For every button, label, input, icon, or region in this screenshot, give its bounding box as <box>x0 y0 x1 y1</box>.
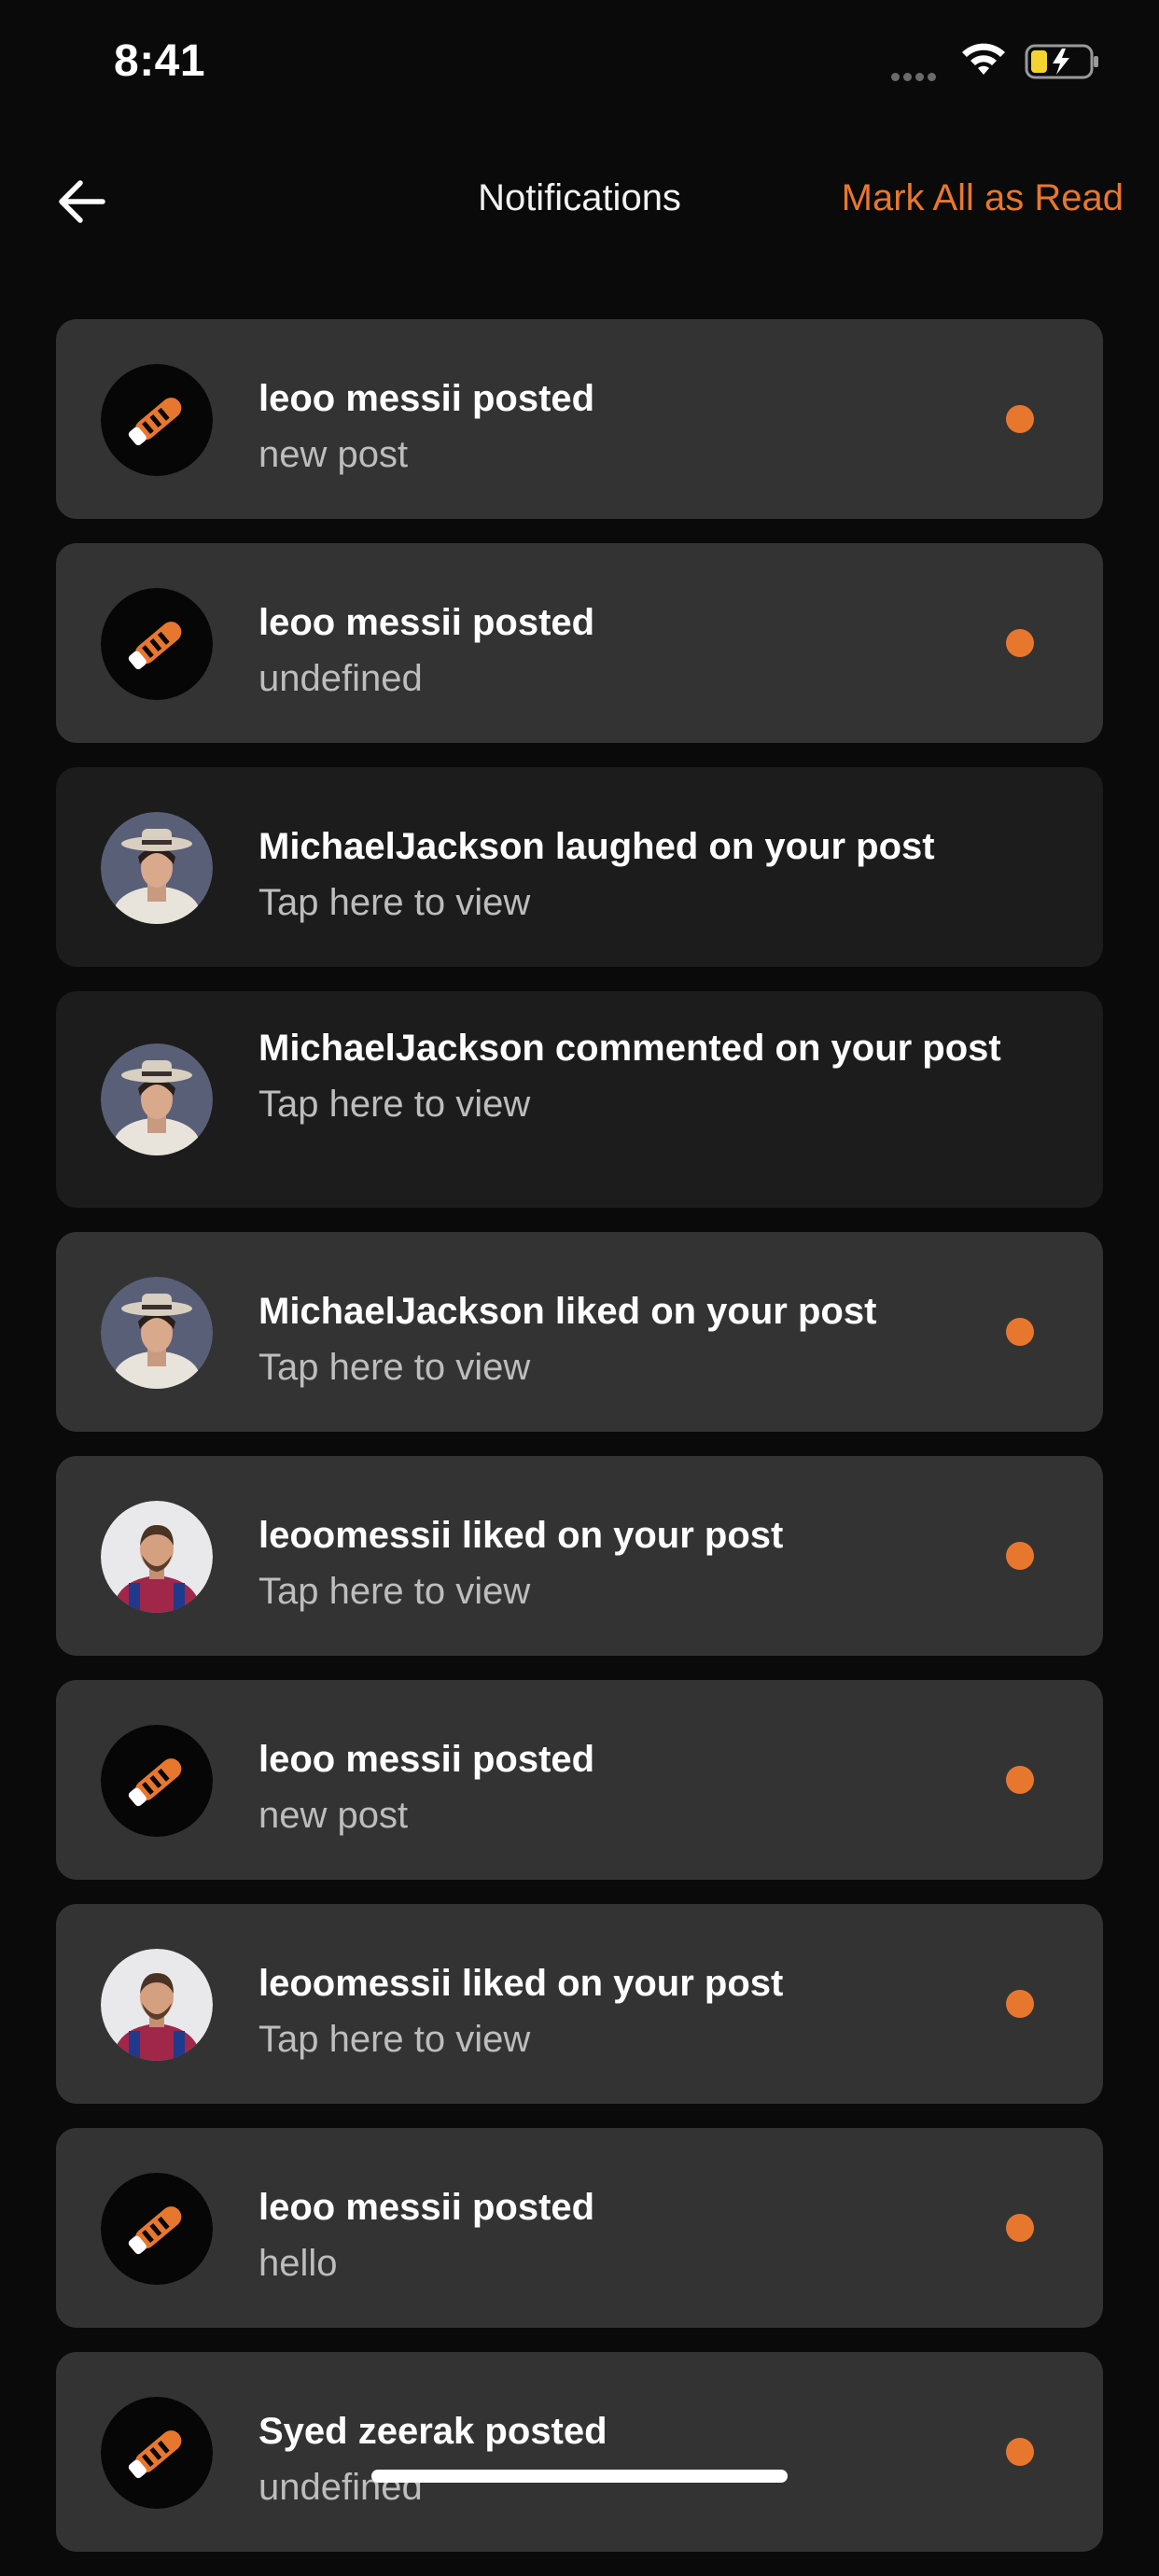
notification-card[interactable]: leoo messii posted undefined <box>56 543 1103 743</box>
notification-title: Syed zeerak posted <box>258 2411 607 2452</box>
notification-card[interactable]: leoo messii posted hello <box>56 2128 1103 2328</box>
notification-subtitle: Tap here to view <box>258 2019 531 2060</box>
notification-card[interactable]: Syed zeerak posted undefined <box>56 2352 1103 2552</box>
unread-indicator <box>1006 1990 1034 2018</box>
unread-indicator <box>1006 1542 1034 1570</box>
shoe-logo-avatar <box>101 1725 213 1837</box>
shoe-logo-avatar <box>101 2397 213 2509</box>
shoe-logo-avatar <box>101 588 213 700</box>
messi-avatar <box>101 1949 213 2061</box>
notification-subtitle: new post <box>258 434 409 475</box>
unread-indicator <box>1006 2214 1034 2242</box>
notification-title: MichaelJackson laughed on your post <box>258 826 935 867</box>
notification-card[interactable]: leoo messii posted new post <box>56 1680 1103 1880</box>
notification-subtitle: hello <box>258 2243 338 2284</box>
notification-subtitle: undefined <box>258 2467 423 2508</box>
notification-title: leoomessii liked on your post <box>258 1515 784 1556</box>
battery-charging-icon <box>1025 44 1098 79</box>
michael-jackson-avatar <box>101 1277 213 1389</box>
notification-card[interactable]: MichaelJackson liked on your post Tap he… <box>56 1232 1103 1432</box>
notification-subtitle: Tap here to view <box>258 1084 531 1125</box>
messi-avatar <box>101 1501 213 1613</box>
notification-title: leoo messii posted <box>258 378 595 419</box>
notification-card[interactable]: leoomessii liked on your post Tap here t… <box>56 1904 1103 2104</box>
signal-icon <box>891 69 943 81</box>
unread-indicator <box>1006 405 1034 433</box>
notification-subtitle: Tap here to view <box>258 1347 531 1388</box>
home-indicator[interactable] <box>371 2470 788 2483</box>
status-time: 8:41 <box>114 36 206 86</box>
notification-subtitle: Tap here to view <box>258 882 531 923</box>
unread-indicator <box>1006 1766 1034 1794</box>
shoe-logo-avatar <box>101 2173 213 2285</box>
notification-title: leoo messii posted <box>258 1739 595 1780</box>
notification-title: leoo messii posted <box>258 602 595 643</box>
back-arrow-icon[interactable] <box>52 174 108 230</box>
notification-title: MichaelJackson liked on your post <box>258 1291 877 1332</box>
unread-indicator <box>1006 1318 1034 1346</box>
notification-title: leoomessii liked on your post <box>258 1963 784 2004</box>
wifi-icon <box>962 43 1005 75</box>
notification-title: MichaelJackson commented on your post <box>258 1028 1001 1069</box>
notification-subtitle: Tap here to view <box>258 1571 531 1612</box>
notification-subtitle: undefined <box>258 658 423 699</box>
michael-jackson-avatar <box>101 812 213 924</box>
notification-card[interactable]: MichaelJackson commented on your post Ta… <box>56 991 1103 1208</box>
michael-jackson-avatar <box>101 1043 213 1155</box>
shoe-logo-avatar <box>101 364 213 476</box>
notification-title: leoo messii posted <box>258 2187 595 2228</box>
mark-all-read-button[interactable]: Mark All as Read <box>842 177 1124 219</box>
unread-indicator <box>1006 2438 1034 2466</box>
notification-card[interactable]: leoomessii liked on your post Tap here t… <box>56 1456 1103 1656</box>
notification-card[interactable]: leoo messii posted new post <box>56 319 1103 519</box>
notification-card[interactable]: MichaelJackson laughed on your post Tap … <box>56 767 1103 967</box>
status-bar: 8:41 <box>0 0 1159 131</box>
unread-indicator <box>1006 629 1034 657</box>
notification-list: leoo messii posted new post leoo messii … <box>56 319 1103 2576</box>
header: Notifications Mark All as Read <box>0 140 1159 261</box>
notification-subtitle: new post <box>258 1795 409 1836</box>
